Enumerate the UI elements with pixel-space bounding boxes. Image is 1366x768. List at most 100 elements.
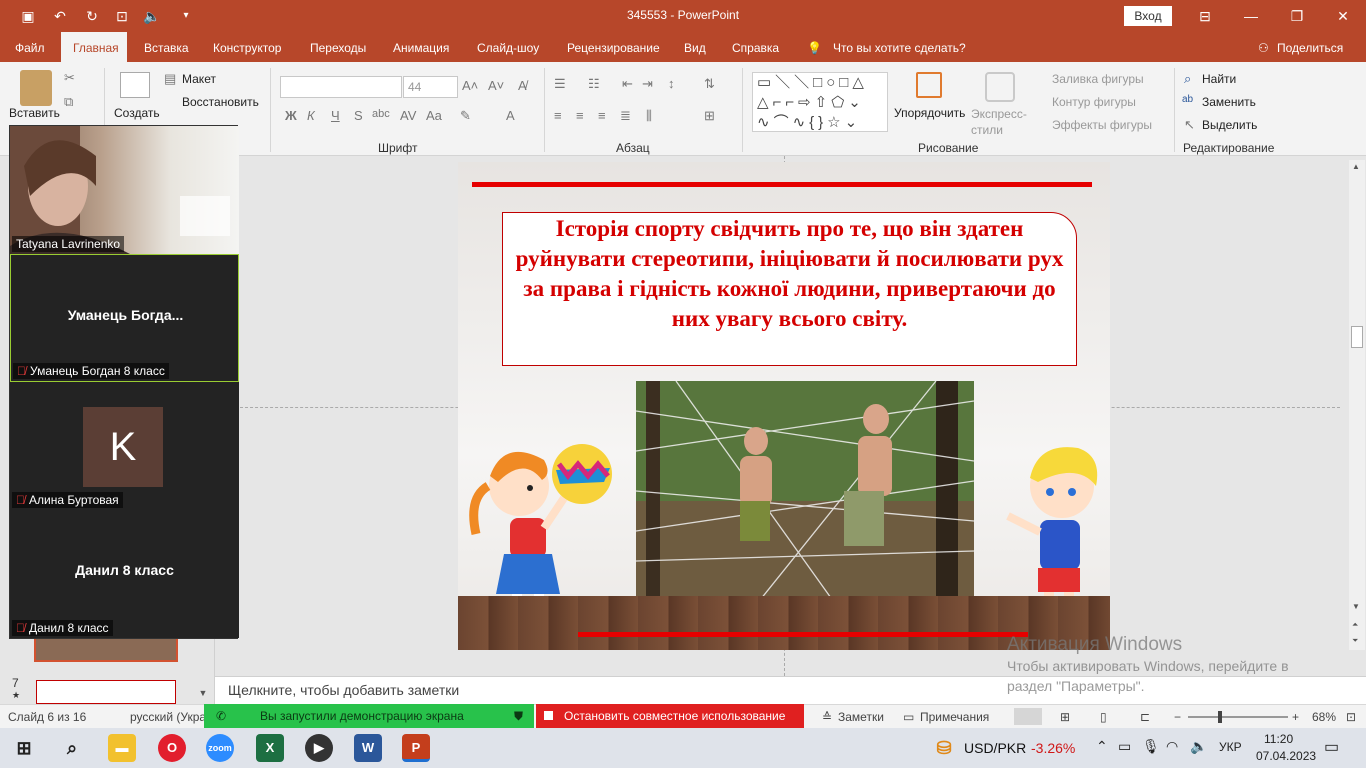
paste-icon[interactable] bbox=[20, 70, 52, 106]
reset-button[interactable]: Восстановить bbox=[182, 95, 259, 109]
scroll-thumb[interactable] bbox=[1351, 326, 1363, 348]
tab-help[interactable]: Справка bbox=[732, 32, 779, 62]
restore-icon[interactable]: ❐ bbox=[1274, 0, 1320, 32]
shape-effects-button[interactable]: Эффекты фигуры bbox=[1052, 118, 1152, 132]
scroll-down-icon[interactable]: ▼ bbox=[1352, 602, 1360, 611]
notes-icon[interactable]: ≙ bbox=[822, 710, 832, 724]
excel-icon[interactable]: X bbox=[256, 734, 284, 762]
tab-animations[interactable]: Анимация bbox=[393, 32, 449, 62]
ribbon-display-icon[interactable]: ⊟ bbox=[1182, 0, 1228, 32]
tray-chevron-icon[interactable]: ⌃ bbox=[1096, 738, 1108, 755]
bold-button[interactable]: Ж bbox=[285, 108, 297, 123]
clear-format-icon[interactable]: A̸ bbox=[518, 78, 527, 93]
tab-view[interactable]: Вид bbox=[684, 32, 706, 62]
login-button[interactable]: Вход bbox=[1124, 6, 1172, 26]
replace-button[interactable]: Заменить bbox=[1202, 95, 1256, 109]
opera-icon[interactable]: O bbox=[158, 734, 186, 762]
battery-icon[interactable]: ▭ bbox=[1118, 738, 1131, 755]
slide-scrollbar[interactable]: ▲ ▼ ⏶ ⏷ bbox=[1349, 160, 1365, 650]
undo-icon[interactable]: ↶ bbox=[51, 7, 69, 25]
participant-tile-video[interactable]: Tatyana Lavrinenko bbox=[10, 126, 239, 254]
clock-date[interactable]: 07.04.2023 bbox=[1256, 749, 1316, 763]
quick-styles-button[interactable]: Экспресс-стили bbox=[971, 106, 1031, 138]
strike-button[interactable]: S bbox=[354, 108, 363, 123]
highlight-icon[interactable]: ✎ bbox=[460, 108, 471, 124]
wifi-icon[interactable]: ◠ bbox=[1166, 738, 1178, 755]
find-button[interactable]: Найти bbox=[1202, 72, 1236, 86]
windows-start-icon[interactable]: ⊞ bbox=[10, 734, 38, 762]
shrink-font-icon[interactable]: A˅ bbox=[488, 78, 504, 93]
bullets-icon[interactable]: ☰ bbox=[554, 76, 566, 92]
tab-file[interactable]: Файл bbox=[15, 32, 45, 62]
tab-home[interactable]: Главная bbox=[61, 32, 127, 62]
zoom-level[interactable]: 68% bbox=[1312, 710, 1336, 724]
participant-tile-active[interactable]: Уманець Богда... 🎙̸ Уманець Богдан 8 клас… bbox=[10, 254, 239, 382]
word-icon[interactable]: W bbox=[354, 734, 382, 762]
change-case-icon[interactable]: Aa bbox=[426, 108, 442, 123]
tab-transitions[interactable]: Переходы bbox=[310, 32, 366, 62]
cut-icon[interactable]: ✂ bbox=[64, 70, 75, 86]
thumbnail-7[interactable] bbox=[36, 680, 176, 704]
quick-styles-icon[interactable] bbox=[985, 72, 1015, 102]
grow-font-icon[interactable]: A˄ bbox=[462, 78, 478, 93]
align-left-icon[interactable]: ≡ bbox=[554, 108, 562, 123]
notes-placeholder[interactable]: Щелкните, чтобы добавить заметки bbox=[228, 682, 459, 698]
media-player-icon[interactable]: ▶ bbox=[305, 734, 333, 762]
font-size-field[interactable]: 44 bbox=[403, 76, 458, 98]
arrange-icon[interactable] bbox=[916, 72, 942, 98]
fit-slide-icon[interactable]: ⊡ bbox=[1346, 710, 1356, 724]
zoom-slider-thumb[interactable] bbox=[1218, 711, 1222, 723]
font-name-field[interactable] bbox=[280, 76, 402, 98]
zoom-slider[interactable] bbox=[1188, 716, 1288, 718]
powerpoint-icon[interactable]: P bbox=[402, 734, 430, 762]
comments-icon[interactable]: ▭ bbox=[903, 710, 914, 724]
scroll-up-icon[interactable]: ▲ bbox=[1352, 162, 1360, 171]
text-direction-icon[interactable]: ⇅ bbox=[704, 76, 715, 92]
layout-button[interactable]: Макет bbox=[182, 72, 216, 86]
select-button[interactable]: Выделить bbox=[1202, 118, 1257, 132]
zoom-out-icon[interactable]: − bbox=[1174, 710, 1181, 724]
new-slide-icon[interactable] bbox=[120, 72, 150, 98]
italic-button[interactable]: К bbox=[307, 108, 315, 123]
new-slide-button[interactable]: Создать bbox=[114, 106, 160, 120]
prev-slide-icon[interactable]: ⏶ bbox=[1352, 620, 1358, 630]
paste-button[interactable]: Вставить bbox=[9, 106, 60, 120]
font-color-icon[interactable]: A bbox=[506, 108, 515, 123]
microphone-icon[interactable]: 🎙 bbox=[1142, 738, 1160, 755]
shape-outline-button[interactable]: Контур фигуры bbox=[1052, 95, 1136, 109]
spacing-icon[interactable]: AV bbox=[400, 108, 416, 123]
save-icon[interactable]: ▣ bbox=[19, 7, 37, 25]
share-button[interactable]: Поделиться bbox=[1277, 32, 1343, 62]
present-icon[interactable]: ⊡ bbox=[113, 7, 131, 25]
tab-review[interactable]: Рецензирование bbox=[567, 32, 660, 62]
audio-icon[interactable]: 🔈 bbox=[143, 7, 161, 25]
participant-tile[interactable]: Данил 8 класс 🎙̸ Данил 8 класс bbox=[10, 510, 239, 638]
close-icon[interactable]: ✕ bbox=[1320, 0, 1366, 32]
slideshow-icon[interactable]: ⊏ bbox=[1140, 710, 1150, 724]
tab-slideshow[interactable]: Слайд-шоу bbox=[477, 32, 539, 62]
zoom-app-icon[interactable]: zoom bbox=[206, 734, 234, 762]
stop-sharing-button[interactable]: Остановить совместное использование bbox=[536, 704, 804, 728]
columns-icon[interactable]: ⫼ bbox=[646, 108, 652, 124]
participant-tile-avatar[interactable]: K 🎙̸ Алина Буртовая bbox=[10, 382, 239, 510]
thumbnail-6[interactable] bbox=[34, 636, 178, 662]
tell-me-search[interactable]: Что вы хотите сделать? bbox=[833, 32, 966, 62]
notes-button[interactable]: Заметки bbox=[838, 710, 884, 724]
notes-pane[interactable]: Щелкните, чтобы добавить заметки bbox=[215, 676, 1366, 704]
zoom-in-icon[interactable]: + bbox=[1292, 710, 1299, 724]
shapes-gallery[interactable]: ▭＼＼□○□△ △⌐⌐⇨⇧⬠⌄ ∿⌒∿{}☆⌄ bbox=[752, 72, 888, 132]
line-spacing-icon[interactable]: ↕ bbox=[668, 76, 675, 91]
slide-text-box[interactable]: Історія спорту свідчить про те, що він з… bbox=[502, 212, 1077, 366]
minimize-icon[interactable]: — bbox=[1228, 0, 1274, 32]
slide-canvas[interactable]: Історія спорту свідчить про те, що він з… bbox=[458, 162, 1110, 650]
reading-view-icon[interactable]: ▯ bbox=[1100, 710, 1107, 724]
volume-icon[interactable]: 🔈 bbox=[1190, 738, 1207, 755]
shape-fill-button[interactable]: Заливка фигуры bbox=[1052, 72, 1144, 86]
justify-icon[interactable]: ≣ bbox=[620, 108, 631, 124]
file-explorer-icon[interactable]: ▬ bbox=[108, 734, 136, 762]
indent-decrease-icon[interactable]: ⇤ bbox=[622, 76, 633, 92]
stop-sharing-text[interactable]: Остановить совместное использование bbox=[564, 704, 785, 728]
arrange-button[interactable]: Упорядочить bbox=[894, 106, 965, 120]
tab-design[interactable]: Конструктор bbox=[213, 32, 281, 62]
align-center-icon[interactable]: ≡ bbox=[576, 108, 584, 123]
